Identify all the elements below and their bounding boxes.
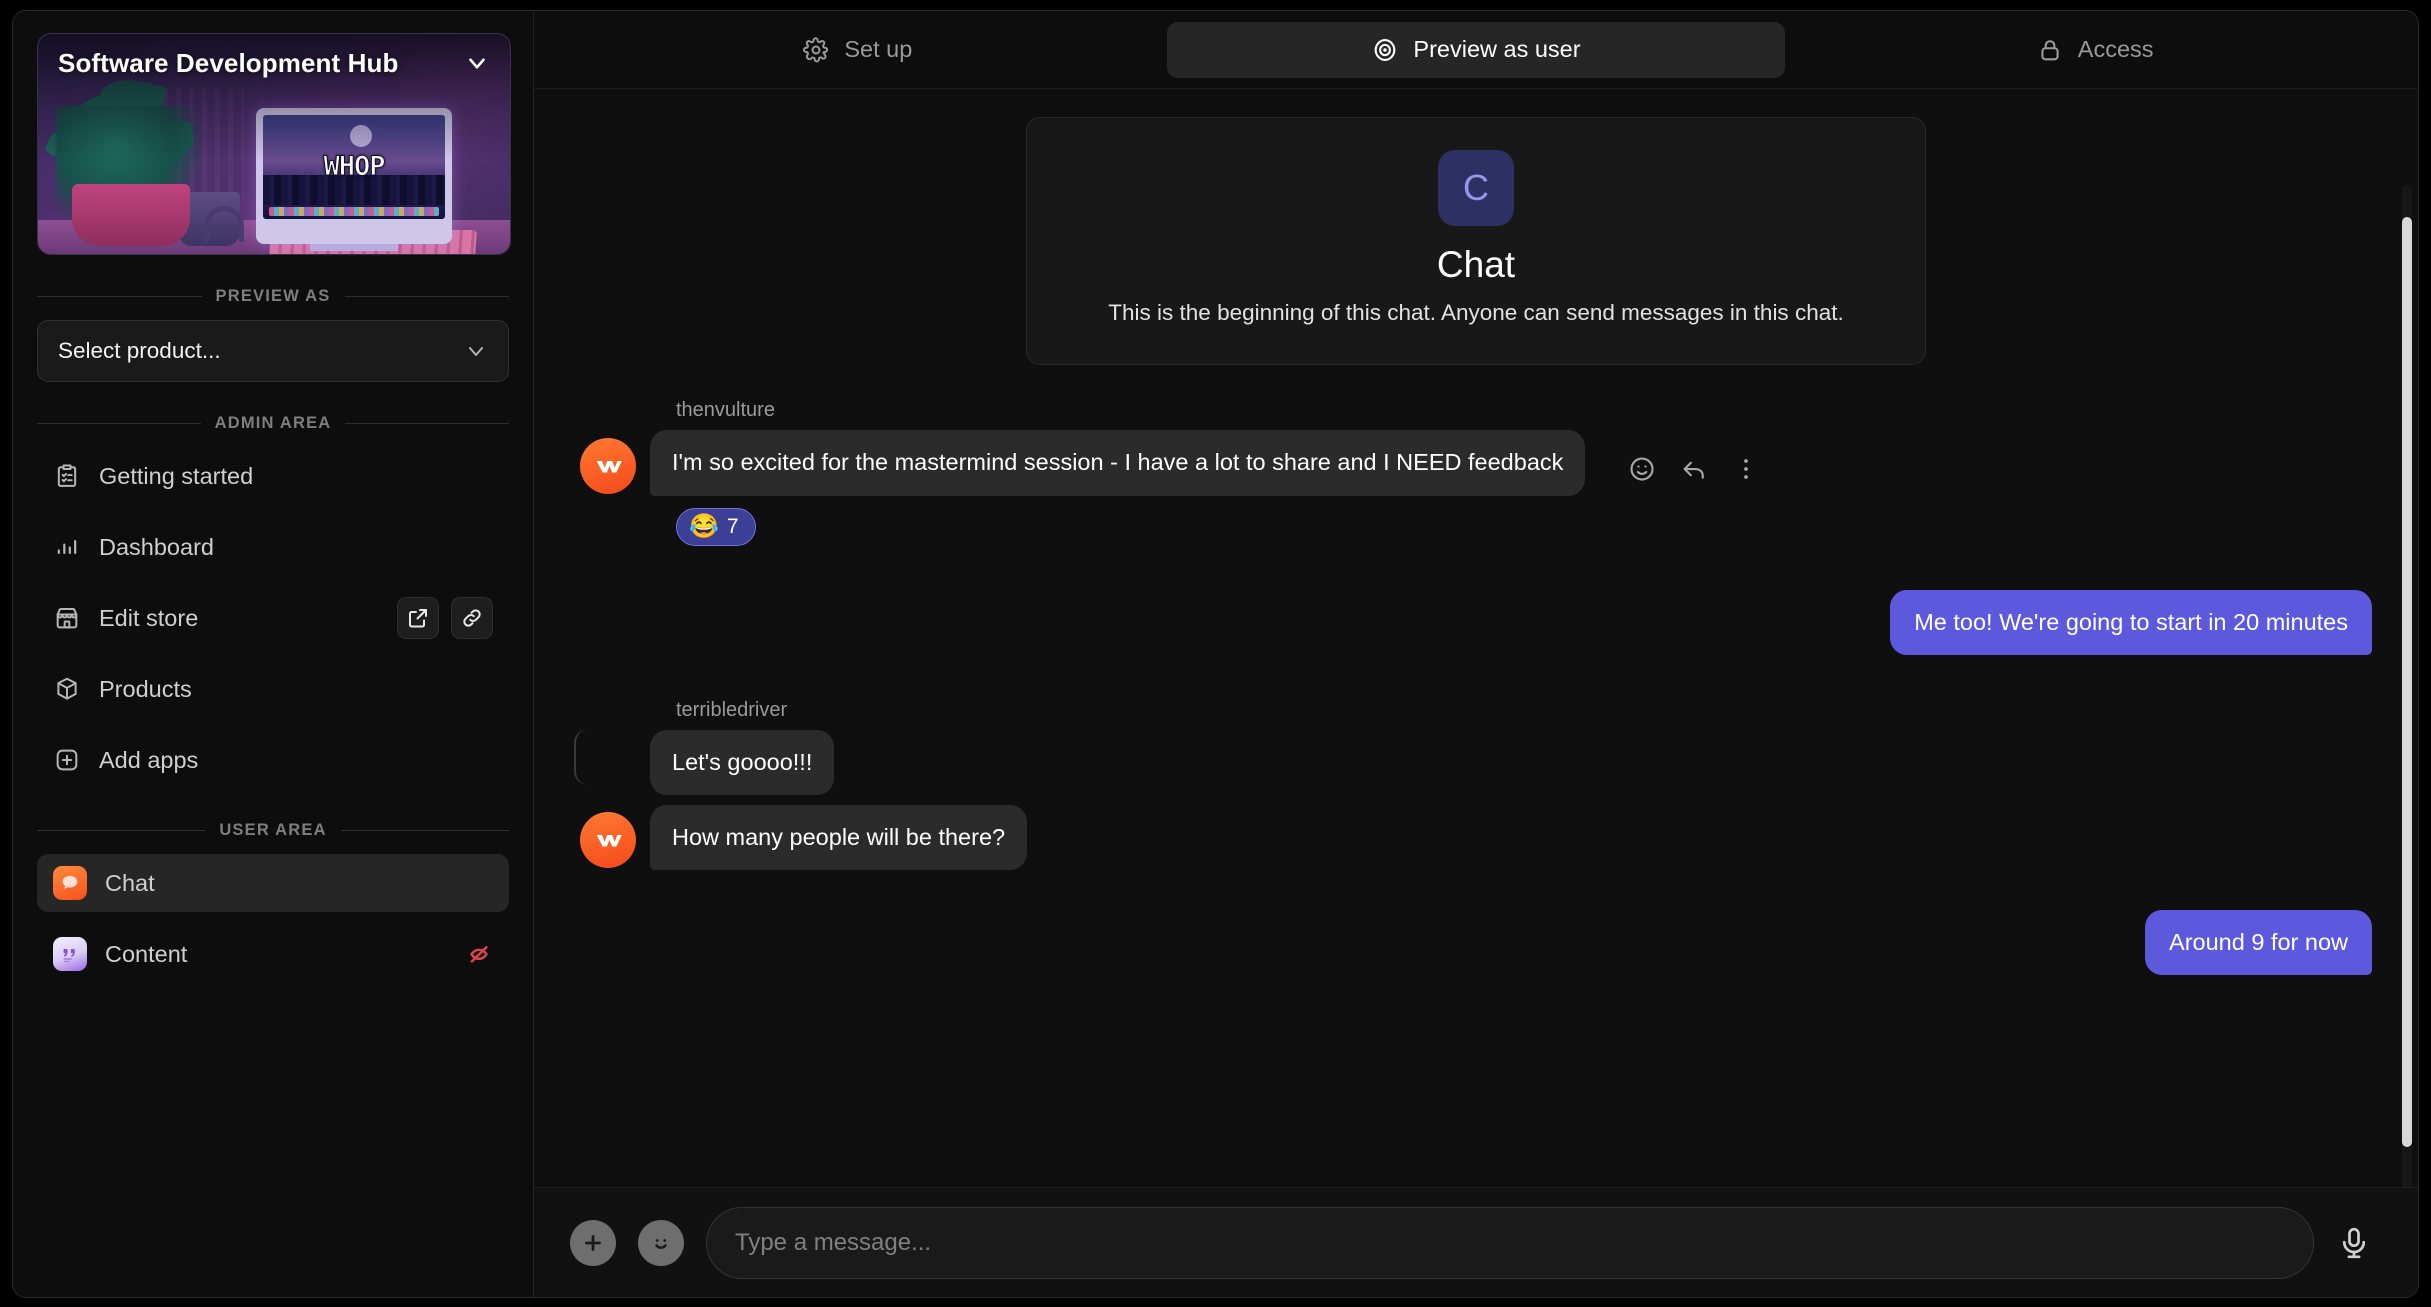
clipboard-check-icon: [53, 462, 81, 490]
message-row: How many people will be there?: [580, 804, 2372, 871]
cube-icon: [53, 675, 81, 703]
main-panel: Set up Preview as user Access C Chat Thi…: [533, 11, 2418, 1297]
microphone-icon: [2342, 1227, 2366, 1258]
tab-preview-as-user[interactable]: Preview as user: [1166, 21, 1786, 78]
chevron-down-icon: [469, 347, 483, 356]
message-bubble: I'm so excited for the mastermind sessio…: [650, 430, 1586, 496]
smiley-icon: [655, 1238, 667, 1249]
message-row: Around 9 for now: [580, 910, 2372, 976]
preview-as-label: PREVIEW AS: [215, 287, 331, 305]
tab-label: Preview as user: [1413, 36, 1581, 62]
user-area-section-header: USER AREA: [37, 821, 509, 840]
edit-store-actions: [397, 597, 493, 639]
sidebar-item-label: Add apps: [99, 746, 199, 773]
target-eye-icon: [1375, 38, 1396, 61]
avatar: [580, 812, 636, 869]
sidebar-item-label: Dashboard: [99, 533, 214, 560]
chat-message-list: C Chat This is the beginning of this cha…: [534, 89, 2418, 1187]
sidebar-item-add-apps[interactable]: Add apps: [37, 731, 509, 789]
chat-avatar-letter: C: [1463, 167, 1489, 208]
voice-message-button[interactable]: [2336, 1225, 2372, 1261]
message-row: Me too! We're going to start in 20 minut…: [580, 589, 2372, 655]
select-product-dropdown[interactable]: Select product...: [37, 320, 509, 382]
sidebar-item-getting-started[interactable]: Getting started: [37, 447, 509, 505]
gear-icon: [803, 36, 829, 62]
sidebar: WHOP Software Development Hub PREVIEW AS…: [13, 11, 533, 1297]
emoji-picker-button[interactable]: [638, 1219, 684, 1266]
eye-off-icon: [465, 940, 493, 968]
store-title: Software Development Hub: [58, 47, 399, 78]
sidebar-item-label: Getting started: [99, 462, 254, 489]
avatar: [580, 437, 636, 494]
chat-intro-card: C Chat This is the beginning of this cha…: [1026, 117, 1926, 366]
open-external-button[interactable]: [397, 597, 439, 639]
plus-icon: [585, 1234, 601, 1251]
message-bubble: Around 9 for now: [2145, 910, 2372, 976]
copy-link-button[interactable]: [451, 597, 493, 639]
chat-avatar: C: [1438, 150, 1514, 226]
chat-description: This is the beginning of this chat. Anyo…: [1108, 300, 1844, 325]
bar-chart-icon: [53, 533, 81, 561]
admin-area-label: ADMIN AREA: [214, 414, 332, 432]
reply-icon[interactable]: [1679, 454, 1709, 484]
sidebar-item-label: Chat: [105, 869, 155, 896]
message-group: terribledriver Let's goooo!!! How many p…: [580, 699, 2372, 871]
scrollbar-thumb[interactable]: [2402, 217, 2412, 1147]
reaction-row: 😂 7: [676, 507, 2372, 546]
sidebar-item-dashboard[interactable]: Dashboard: [37, 518, 509, 576]
sidebar-item-content[interactable]: Content: [37, 925, 509, 983]
thread-bracket: [574, 729, 590, 785]
select-product-value: Select product...: [58, 338, 221, 363]
message-group: Around 9 for now: [580, 910, 2372, 976]
chat-bubble-app-icon: [53, 866, 87, 900]
message-row: I'm so excited for the mastermind sessio…: [580, 430, 2372, 496]
whop-mark-icon: [596, 460, 622, 473]
reaction-count: 7: [726, 514, 739, 538]
message-input[interactable]: [706, 1206, 2314, 1279]
admin-nav-list: Getting started Dashboard Edit store Pro…: [37, 447, 509, 789]
message-row: Let's goooo!!!: [580, 729, 2372, 795]
message-group: thenvulture I'm so excited for the maste…: [580, 399, 2372, 546]
chain-link-icon: [463, 609, 481, 627]
sidebar-item-label: Edit store: [99, 604, 199, 631]
storefront-icon: [53, 604, 81, 632]
message-author: terribledriver: [676, 698, 788, 721]
sidebar-item-label: Products: [99, 675, 192, 702]
chevron-down-icon[interactable]: [464, 50, 490, 76]
sidebar-item-products[interactable]: Products: [37, 660, 509, 718]
tab-label: Set up: [844, 36, 913, 62]
message-bubble: Me too! We're going to start in 20 minut…: [1890, 589, 2372, 655]
sidebar-item-chat[interactable]: Chat: [37, 854, 509, 912]
admin-area-section-header: ADMIN AREA: [37, 414, 509, 433]
chat-title: Chat: [1436, 244, 1516, 285]
tab-label: Access: [2077, 36, 2154, 62]
message-composer: [534, 1187, 2418, 1297]
add-attachment-button[interactable]: [570, 1219, 616, 1266]
quote-app-icon: [53, 937, 87, 971]
emoji-reaction-icon[interactable]: [1627, 454, 1657, 484]
message-bubble: Let's goooo!!!: [650, 729, 835, 795]
whop-mark-icon: [596, 835, 622, 847]
more-options-icon[interactable]: [1731, 454, 1761, 484]
reaction-emoji: 😂: [689, 512, 719, 540]
user-nav-list: Chat Content: [37, 854, 509, 983]
tab-access[interactable]: Access: [1785, 22, 2404, 78]
scrollbar-track[interactable]: [2402, 185, 2412, 1187]
lock-icon: [2041, 39, 2059, 60]
message-bubble: How many people will be there?: [650, 804, 1028, 871]
message-group: Me too! We're going to start in 20 minut…: [580, 589, 2372, 655]
message-actions: [1627, 454, 1761, 484]
tab-set-up[interactable]: Set up: [548, 22, 1167, 78]
external-link-icon: [409, 609, 427, 628]
sidebar-item-label: Content: [105, 940, 188, 967]
preview-as-section-header: PREVIEW AS: [37, 287, 509, 306]
plus-square-icon: [53, 746, 81, 774]
message-author: thenvulture: [676, 399, 775, 422]
reaction-pill[interactable]: 😂 7: [676, 507, 756, 546]
user-area-label: USER AREA: [219, 821, 327, 839]
top-tab-bar: Set up Preview as user Access: [534, 11, 2418, 89]
store-card[interactable]: WHOP Software Development Hub: [37, 33, 511, 255]
sidebar-item-edit-store[interactable]: Edit store: [37, 589, 509, 647]
app-window: WHOP Software Development Hub PREVIEW AS…: [12, 10, 2419, 1298]
